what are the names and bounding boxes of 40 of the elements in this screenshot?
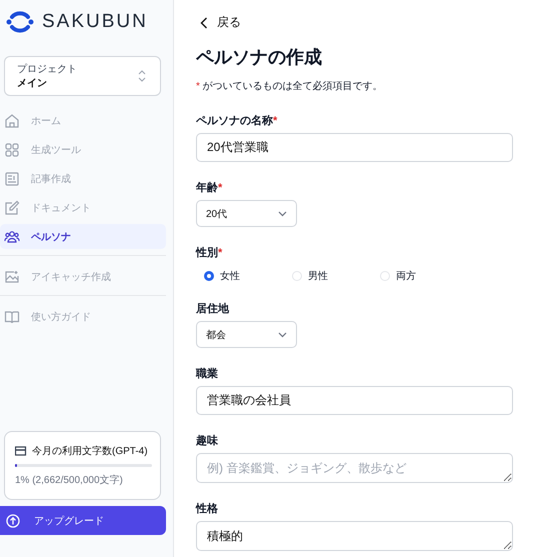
upgrade-button[interactable]: アップグレード — [0, 506, 166, 535]
chevron-updown-icon — [138, 70, 146, 82]
usage-reading: 1% (2,662/500,000文字) — [15, 474, 124, 487]
field-label: 居住地 — [196, 302, 229, 316]
required-note: * がついているものは全て必須項目です。 — [196, 80, 384, 93]
select-dropdown[interactable]: 都会 — [196, 321, 297, 348]
pencil-icon — [4, 200, 20, 216]
arrow-up-circle-icon — [6, 514, 20, 528]
image-icon — [4, 268, 20, 284]
card-icon — [15, 446, 27, 456]
field-label: 趣味 — [196, 434, 218, 448]
grid-icon — [4, 142, 20, 158]
radio-button[interactable] — [204, 271, 214, 281]
article-icon — [4, 170, 20, 186]
logo-icon — [6, 11, 34, 33]
text-area[interactable]: 積極的 — [196, 521, 513, 551]
field-label: 職業 — [196, 366, 218, 381]
field-label: 性別* — [196, 246, 222, 260]
back-link[interactable]: 戻る — [196, 14, 513, 31]
usage-title: 今月の利用文字数(GPT-4) — [32, 444, 148, 458]
text-area[interactable]: 例) 音楽鑑賞、ジョギング、散歩など — [196, 453, 513, 483]
radio-option[interactable]: 女性 — [204, 269, 292, 283]
text-field[interactable]: 20代営業職 — [196, 133, 513, 162]
page-title: ペルソナの作成 — [196, 46, 323, 69]
project-selector[interactable]: プロジェクト メイン — [4, 56, 161, 96]
brand-name: SAKUBUN — [42, 11, 148, 33]
chevron-down-icon — [278, 332, 287, 338]
home-icon — [4, 112, 20, 128]
book-icon — [4, 308, 20, 324]
field-label: 性格 — [196, 502, 218, 516]
radio-option[interactable]: 男性 — [292, 269, 380, 283]
text-field[interactable]: 営業職の会社員 — [196, 386, 513, 415]
nav-item[interactable]: ペルソナ — [0, 224, 166, 249]
field-label: 年齢* — [196, 180, 222, 195]
field-label: ペルソナの名称* — [196, 114, 278, 128]
chevron-left-icon — [200, 16, 208, 28]
chevron-down-icon — [278, 210, 287, 216]
radio-option[interactable]: 両方 — [380, 269, 468, 283]
select-dropdown[interactable]: 20代 — [196, 200, 297, 227]
people-icon — [4, 228, 20, 244]
